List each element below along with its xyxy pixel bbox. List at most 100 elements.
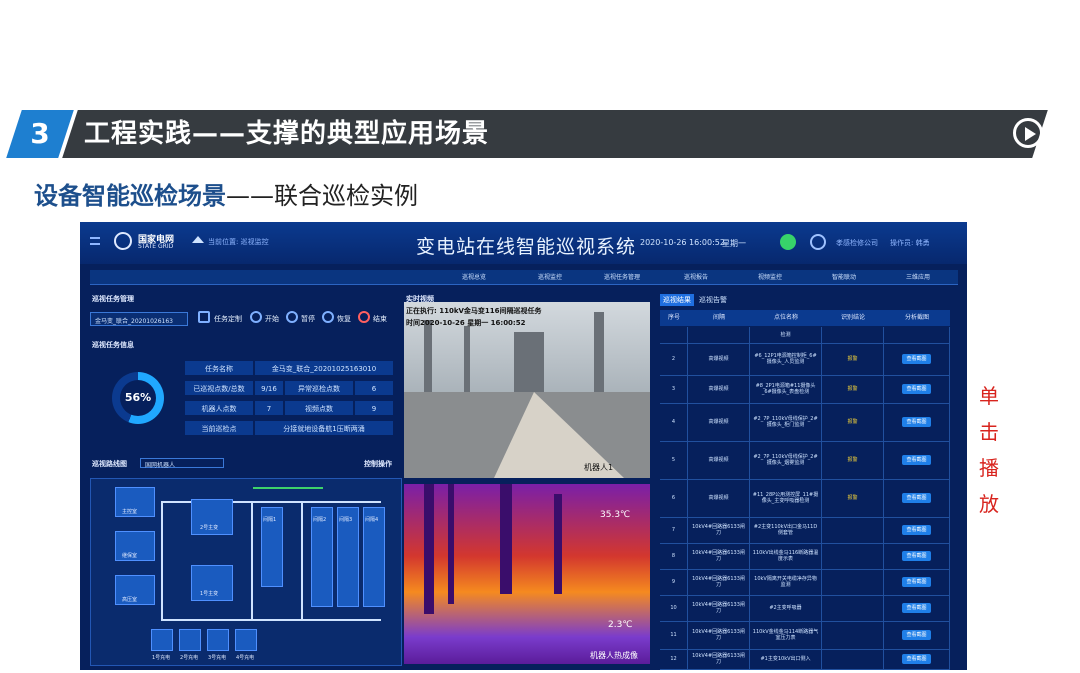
cell-screenshot: 查看截图 [884, 441, 950, 479]
cell-bay: 10kV4#回路器6133闸刀 [688, 621, 750, 649]
pause-icon[interactable] [286, 311, 298, 323]
current-location: 当前位置: 巡视监控 [208, 238, 269, 246]
cell-point: #2主变呼吸器 [750, 595, 822, 621]
stop-button[interactable]: 结束 [373, 314, 387, 324]
live-video-feed[interactable]: 正在执行: 110kV金马变116间隔巡视任务 时间2020-10-26 星期一… [404, 302, 650, 478]
play-icon[interactable] [250, 311, 262, 323]
cell-no: 6 [660, 479, 688, 517]
cell-point: #2主变110kV出口金马11D侧套管 [750, 517, 822, 543]
current-point-value: 分接就地设备航1压断两涌 [254, 420, 394, 436]
table-row: 9 10kV4#回路器6133闸刀 10kV隔离开关电缆净存异物监测 查看截图 [660, 569, 950, 596]
view-screenshot-button[interactable]: 查看截图 [902, 550, 931, 562]
company-name: 孝感检修公司 [836, 239, 878, 247]
cell-bay: 10kV4#回路器6133闸刀 [688, 543, 750, 569]
cell-screenshot [884, 327, 950, 343]
view-screenshot-button[interactable]: 查看截图 [902, 416, 931, 428]
cell-result: 报警 [822, 375, 884, 403]
map-bay[interactable]: 间隔4 [363, 507, 385, 607]
map-room[interactable]: 继保室 [115, 531, 155, 561]
cell-result [822, 517, 884, 543]
cell-no: 4 [660, 403, 688, 441]
thermal-max-temp: 35.3℃ [600, 510, 631, 520]
operator-name[interactable]: 操作员: 韩勇 [890, 238, 930, 248]
map-bay[interactable]: 间隔3 [337, 507, 359, 607]
view-screenshot-button[interactable]: 查看截图 [902, 454, 931, 466]
pause-button[interactable]: 暂停 [301, 314, 315, 324]
video-points-value: 9 [354, 400, 394, 416]
map-label: 高压室 [122, 597, 138, 603]
cell-result [822, 569, 884, 595]
map-room[interactable]: 主控室 [115, 487, 155, 517]
view-screenshot-button[interactable]: 查看截图 [902, 576, 931, 588]
charging-station[interactable]: 3号充电 [207, 629, 229, 661]
nav-video[interactable]: 视频监控 [758, 272, 782, 281]
view-screenshot-button[interactable]: 查看截图 [902, 524, 931, 536]
nav-linkage[interactable]: 智能联动 [832, 272, 856, 281]
cell-bay: 10kV4#回路器6133闸刀 [688, 517, 750, 543]
table-row: 8 10kV4#回路器6133闸刀 110kV出线金马116断路器温度示表 查看截图 [660, 543, 950, 570]
home-icon[interactable] [192, 236, 204, 243]
cell-screenshot: 查看截图 [884, 595, 950, 621]
charging-station[interactable]: 4号充电 [235, 629, 257, 661]
view-screenshot-button[interactable]: 查看截图 [902, 383, 931, 395]
nav-task-mgmt[interactable]: 巡视任务管理 [604, 272, 640, 281]
charging-station[interactable]: 2号充电 [179, 629, 201, 661]
calendar-icon[interactable] [198, 311, 210, 323]
robot-points-value: 7 [254, 400, 284, 416]
state-grid-logo-icon [114, 232, 132, 250]
user-icon[interactable] [810, 234, 826, 250]
robot-select-value: 国网机器人 [145, 462, 176, 469]
stop-icon[interactable] [358, 311, 370, 323]
resume-icon[interactable] [322, 311, 334, 323]
map-label: 间隔2 [313, 517, 327, 523]
tab-results[interactable]: 巡视结果 [660, 294, 694, 306]
resume-button[interactable]: 恢复 [337, 314, 351, 324]
task-name-label: 任务名称 [184, 360, 254, 376]
nav-report[interactable]: 巡视报告 [684, 272, 708, 281]
table-row: 11 10kV4#回路器6133闸刀 110kV金线金马114断路器气室压力表 查看截… [660, 621, 950, 650]
task-name-value: 金马变_联合_20201025163010 [254, 360, 394, 376]
nav-3d[interactable]: 三维应用 [906, 272, 930, 281]
play-hint[interactable]: 单 击 播 放 [974, 378, 1004, 522]
view-screenshot-button[interactable]: 查看截图 [902, 653, 931, 665]
slide-header: 3 工程实践——支撑的典型应用场景 [0, 108, 1080, 160]
view-screenshot-button[interactable]: 查看截图 [902, 602, 931, 614]
map-label: 间隔4 [365, 517, 379, 523]
task-custom-button[interactable]: 任务定制 [214, 314, 242, 324]
nav-overview[interactable]: 巡视总览 [462, 272, 486, 281]
map-label: 3号充电 [208, 655, 227, 661]
route-title: 巡视路线图 [92, 460, 127, 468]
robot-path [253, 487, 323, 489]
thermal-robot-label: 机器人热成像 [590, 651, 638, 660]
map-bay[interactable]: 间隔2 [311, 507, 333, 607]
map-label: 2号主变 [200, 525, 219, 531]
map-transformer[interactable]: 2号主变 [191, 499, 233, 535]
tab-alarms[interactable]: 巡视告警 [696, 294, 730, 306]
task-select[interactable]: 金马变_联合_20201026163 [90, 312, 188, 326]
table-row: 5 高爆视频 #2_7P_110kV母线保护_2#摄像头_烟雾监测 报警 查看截图 [660, 441, 950, 480]
view-screenshot-button[interactable]: 查看截图 [902, 492, 931, 504]
menu-icon[interactable] [90, 237, 100, 245]
inspection-system-screen: 国家电网 STATE GRID 当前位置: 巡视监控 变电站在线智能巡视系统 2… [80, 222, 967, 670]
cell-result [822, 595, 884, 621]
cell-point: 检测 [750, 327, 822, 343]
route-map[interactable]: 主控室 继保室 高压室 2号主变 1号主变 间隔1 间隔2 间隔3 间隔4 1号… [90, 478, 402, 666]
system-title: 变电站在线智能巡视系统 [416, 236, 637, 258]
cell-result: 报警 [822, 343, 884, 375]
nav-monitor[interactable]: 巡视监控 [538, 272, 562, 281]
cell-no: 3 [660, 375, 688, 403]
control-link[interactable]: 控制操作 [364, 459, 392, 469]
play-icon[interactable] [1013, 118, 1043, 148]
map-room[interactable]: 高压室 [115, 575, 155, 605]
map-bay[interactable]: 间隔1 [261, 507, 283, 587]
view-screenshot-button[interactable]: 查看截图 [902, 629, 931, 641]
map-transformer[interactable]: 1号主变 [191, 565, 233, 601]
cell-result [822, 621, 884, 649]
view-screenshot-button[interactable]: 查看截图 [902, 353, 931, 365]
cell-point: #8_2P1电源箱#11摄像头_6#摄像头_表盘检测 [750, 375, 822, 403]
thermal-video-feed[interactable]: 35.3℃ 2.3℃ 机器人热成像 [404, 484, 650, 664]
robot-select[interactable]: 国网机器人 [140, 458, 224, 469]
map-label: 2号充电 [180, 655, 199, 661]
charging-station[interactable]: 1号充电 [151, 629, 173, 661]
start-button[interactable]: 开始 [265, 314, 279, 324]
